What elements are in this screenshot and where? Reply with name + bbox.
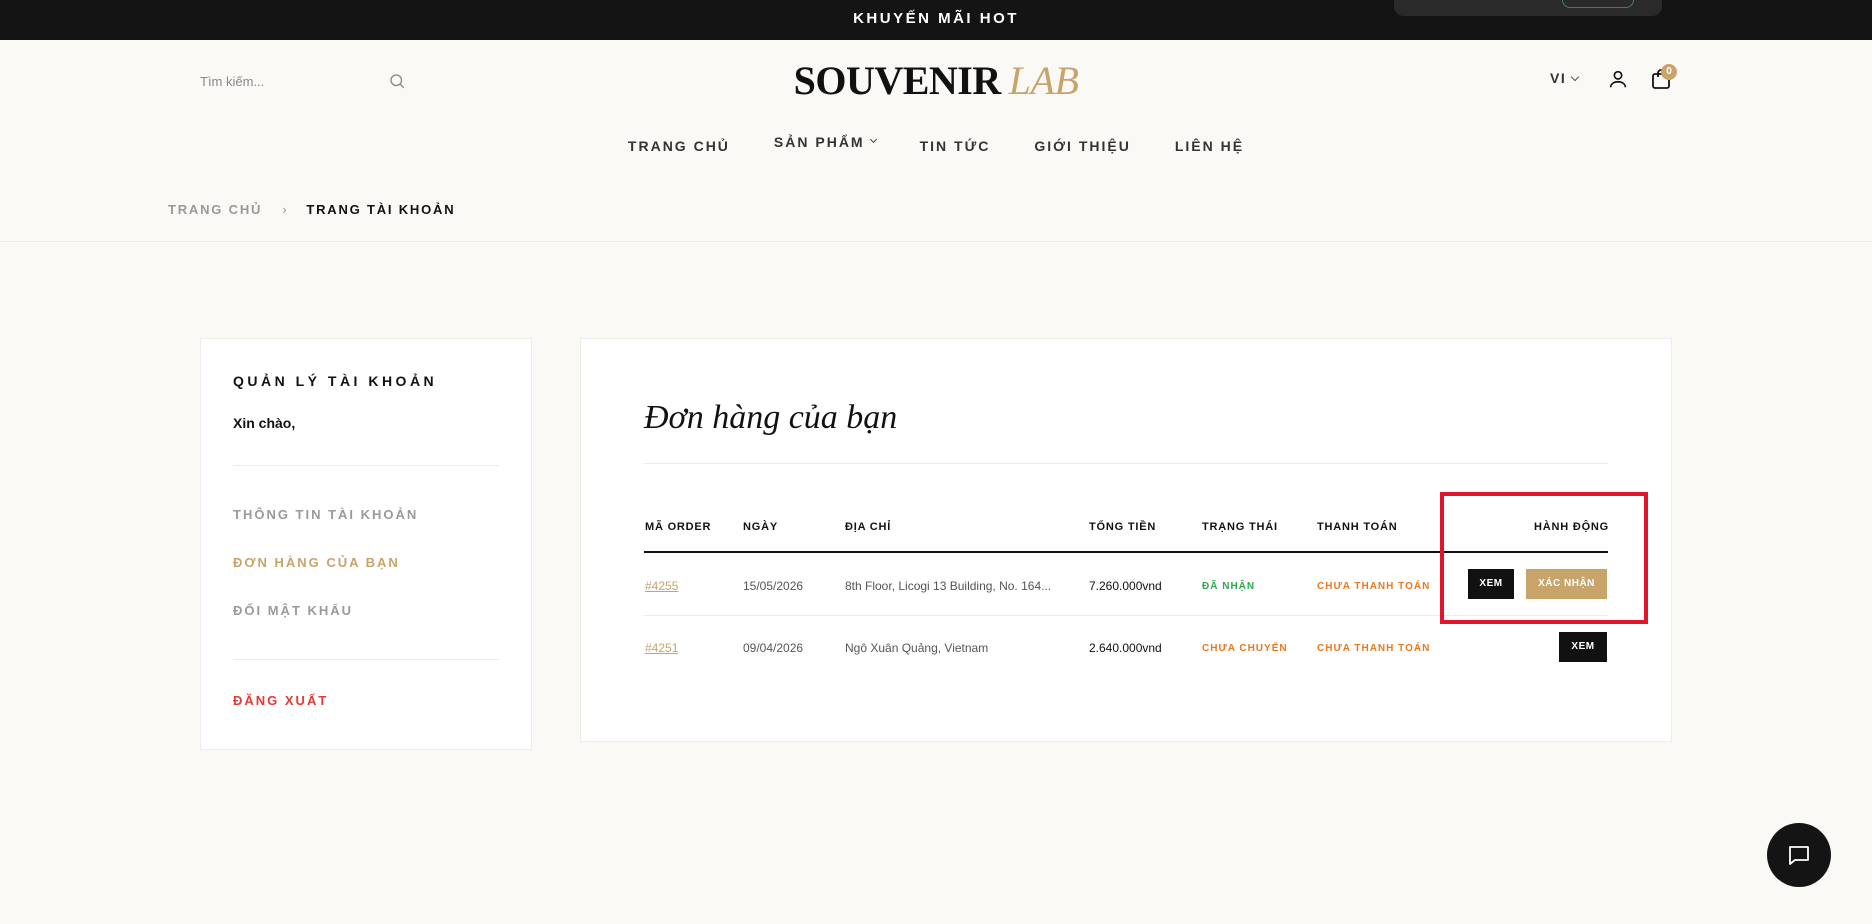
- sidebar-divider: [233, 659, 499, 660]
- sidebar-title: QUẢN LÝ TÀI KHOẢN: [233, 373, 438, 389]
- sidebar-item-change-password[interactable]: ĐỔI MẬT KHẨU: [233, 603, 353, 618]
- nav-products-label: SẢN PHẨM: [773, 134, 865, 150]
- sidebar-item-account-info[interactable]: THÔNG TIN TÀI KHOẢN: [233, 507, 418, 522]
- language-selector[interactable]: VI: [1550, 70, 1580, 86]
- chevron-down-icon: [869, 135, 877, 144]
- col-header-payment: THANH TOÁN: [1317, 521, 1398, 533]
- order-id-link[interactable]: #4251: [645, 641, 678, 655]
- breadcrumb-current: TRANG TÀI KHOẢN: [306, 202, 456, 217]
- logo-part-1: SOUVENIR: [793, 58, 1002, 103]
- sidebar-greeting: Xin chào,: [233, 415, 296, 431]
- col-header-address: ĐỊA CHỈ: [845, 521, 892, 533]
- col-header-order-id: MÃ ORDER: [645, 521, 712, 533]
- payment-badge: CHƯA THANH TOÁN: [1317, 581, 1431, 592]
- chat-button[interactable]: [1767, 823, 1831, 887]
- floating-pill[interactable]: [1562, 0, 1634, 8]
- nav-contact[interactable]: LIÊN HỆ: [1175, 138, 1244, 154]
- user-icon[interactable]: [1607, 68, 1629, 90]
- order-total: 7.260.000vnd: [1089, 579, 1162, 593]
- main-nav: TRANG CHỦ SẢN PHẨM TIN TỨC GIỚI THIỆU LIÊN H…: [0, 134, 1872, 154]
- col-header-total: TỔNG TIỀN: [1089, 521, 1157, 533]
- sidebar-item-logout[interactable]: ĐĂNG XUẤT: [233, 693, 328, 708]
- floating-panel: [1394, 0, 1662, 16]
- payment-badge: CHƯA THANH TOÁN: [1317, 643, 1431, 654]
- chevron-down-icon: [1570, 72, 1580, 82]
- nav-products[interactable]: SẢN PHẨM: [773, 134, 877, 150]
- breadcrumb: TRANG CHỦ › TRANG TÀI KHOẢN: [168, 202, 455, 217]
- nav-news[interactable]: TIN TỨC: [920, 138, 991, 154]
- account-sidebar: QUẢN LÝ TÀI KHOẢN Xin chào, THÔNG TIN TÀ…: [200, 338, 532, 750]
- breadcrumb-separator: ›: [282, 202, 289, 217]
- cart-count-badge: 0: [1661, 64, 1677, 80]
- sidebar-item-orders[interactable]: ĐƠN HÀNG CỦA BẠN: [233, 555, 400, 570]
- page-title: Đơn hàng của bạn: [644, 399, 898, 436]
- order-total: 2.640.000vnd: [1089, 641, 1162, 655]
- nav-about[interactable]: GIỚI THIỆU: [1034, 138, 1131, 154]
- nav-home[interactable]: TRANG CHỦ: [628, 138, 730, 154]
- logo-part-2: LAB: [1008, 58, 1079, 103]
- col-header-date: NGÀY: [743, 521, 778, 533]
- col-header-status: TRẠNG THÁI: [1202, 521, 1278, 533]
- site-logo[interactable]: SOUVENIR LAB: [0, 58, 1872, 104]
- status-badge: ĐÃ NHẬN: [1202, 581, 1256, 592]
- highlight-box: [1440, 492, 1648, 624]
- status-badge: CHƯA CHUYỂN: [1202, 643, 1288, 654]
- order-date: 09/04/2026: [743, 641, 804, 655]
- heading-divider: [644, 463, 1608, 464]
- language-label: VI: [1550, 70, 1567, 86]
- breadcrumb-home[interactable]: TRANG CHỦ: [168, 202, 262, 217]
- promo-bar: KHUYẾN MÃI HOT: [0, 0, 1872, 40]
- order-date: 15/05/2026: [743, 579, 804, 593]
- order-address: Ngô Xuân Quảng, Vietnam: [845, 641, 989, 655]
- order-address: 8th Floor, Licogi 13 Building, No. 164..…: [845, 579, 1052, 593]
- chat-icon: [1789, 846, 1809, 865]
- sidebar-divider: [233, 465, 499, 466]
- order-id-link[interactable]: #4255: [645, 579, 678, 593]
- view-order-button[interactable]: XEM: [1559, 632, 1607, 662]
